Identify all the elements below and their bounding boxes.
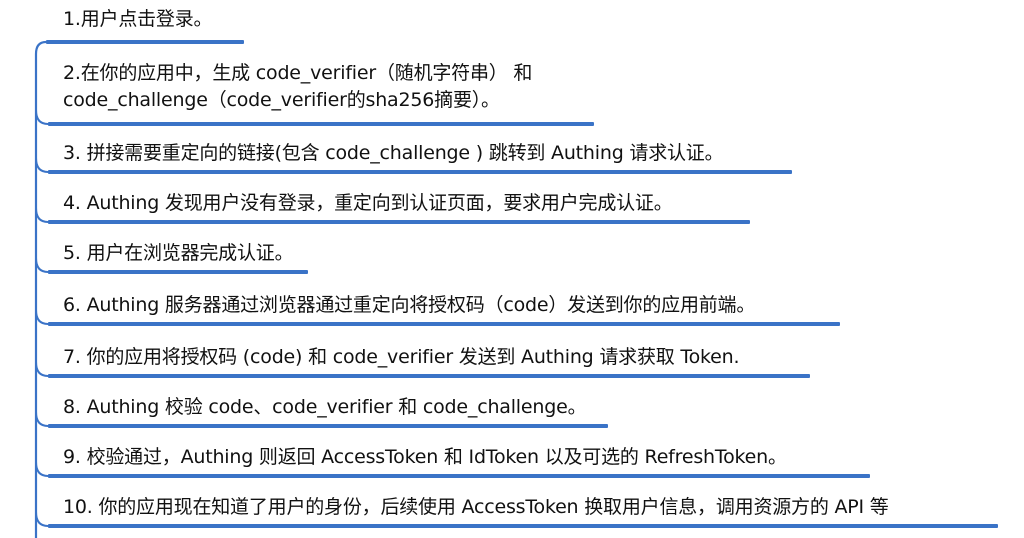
step-9-line: 9. 校验通过，Authing 则返回 AccessToken 和 IdToke… [63, 446, 787, 468]
step-10-underline [48, 524, 998, 528]
step-2-line-2: code_challenge（code_verifier的sha256摘要）。 [63, 89, 500, 111]
step-7-line: 7. 你的应用将授权码 (code) 和 code_verifier 发送到 A… [63, 346, 740, 368]
step-3-text: 3. 拼接需要重定向的链接(包含 code_challenge ) 跳转到 Au… [63, 140, 724, 167]
step-3-underline [48, 170, 792, 174]
step-8-line: 8. Authing 校验 code、code_verifier 和 code_… [63, 396, 587, 418]
step-9-underline [48, 474, 870, 478]
step-4-underline [48, 220, 750, 224]
step-7-underline [48, 374, 810, 378]
step-9-text: 9. 校验通过，Authing 则返回 AccessToken 和 IdToke… [63, 444, 787, 471]
step-6-line: 6. Authing 服务器通过浏览器通过重定向将授权码（code）发送到你的应… [63, 294, 756, 316]
step-3-line: 3. 拼接需要重定向的链接(包含 code_challenge ) 跳转到 Au… [63, 142, 724, 164]
step-5-line: 5. 用户在浏览器完成认证。 [63, 242, 294, 264]
step-5-underline [48, 270, 308, 274]
step-4-line: 4. Authing 发现用户没有登录，重定向到认证页面，要求用户完成认证。 [63, 192, 673, 214]
step-6-text: 6. Authing 服务器通过浏览器通过重定向将授权码（code）发送到你的应… [63, 292, 755, 319]
step-2-line-1: 2.在你的应用中，生成 code_verifier（随机字符串） 和 [63, 62, 533, 84]
step-1-text: 1.用户点击登录。 [63, 6, 213, 33]
step-10-text: 10. 你的应用现在知道了用户的身份，后续使用 AccessToken 换取用户… [63, 494, 889, 521]
step-8-underline [48, 424, 608, 428]
step-7-text: 7. 你的应用将授权码 (code) 和 code_verifier 发送到 A… [63, 344, 740, 371]
step-1-underline [46, 40, 244, 44]
step-1-line: 1.用户点击登录。 [63, 8, 213, 30]
step-6-underline [48, 322, 840, 326]
step-4-text: 4. Authing 发现用户没有登录，重定向到认证页面，要求用户完成认证。 [63, 190, 673, 217]
step-10-line: 10. 你的应用现在知道了用户的身份，后续使用 AccessToken 换取用户… [63, 496, 889, 518]
step-2-text: 2.在你的应用中，生成 code_verifier（随机字符串） 和 code_… [63, 60, 532, 114]
step-2-underline [48, 122, 594, 126]
step-8-text: 8. Authing 校验 code、code_verifier 和 code_… [63, 394, 587, 421]
step-5-text: 5. 用户在浏览器完成认证。 [63, 240, 294, 267]
